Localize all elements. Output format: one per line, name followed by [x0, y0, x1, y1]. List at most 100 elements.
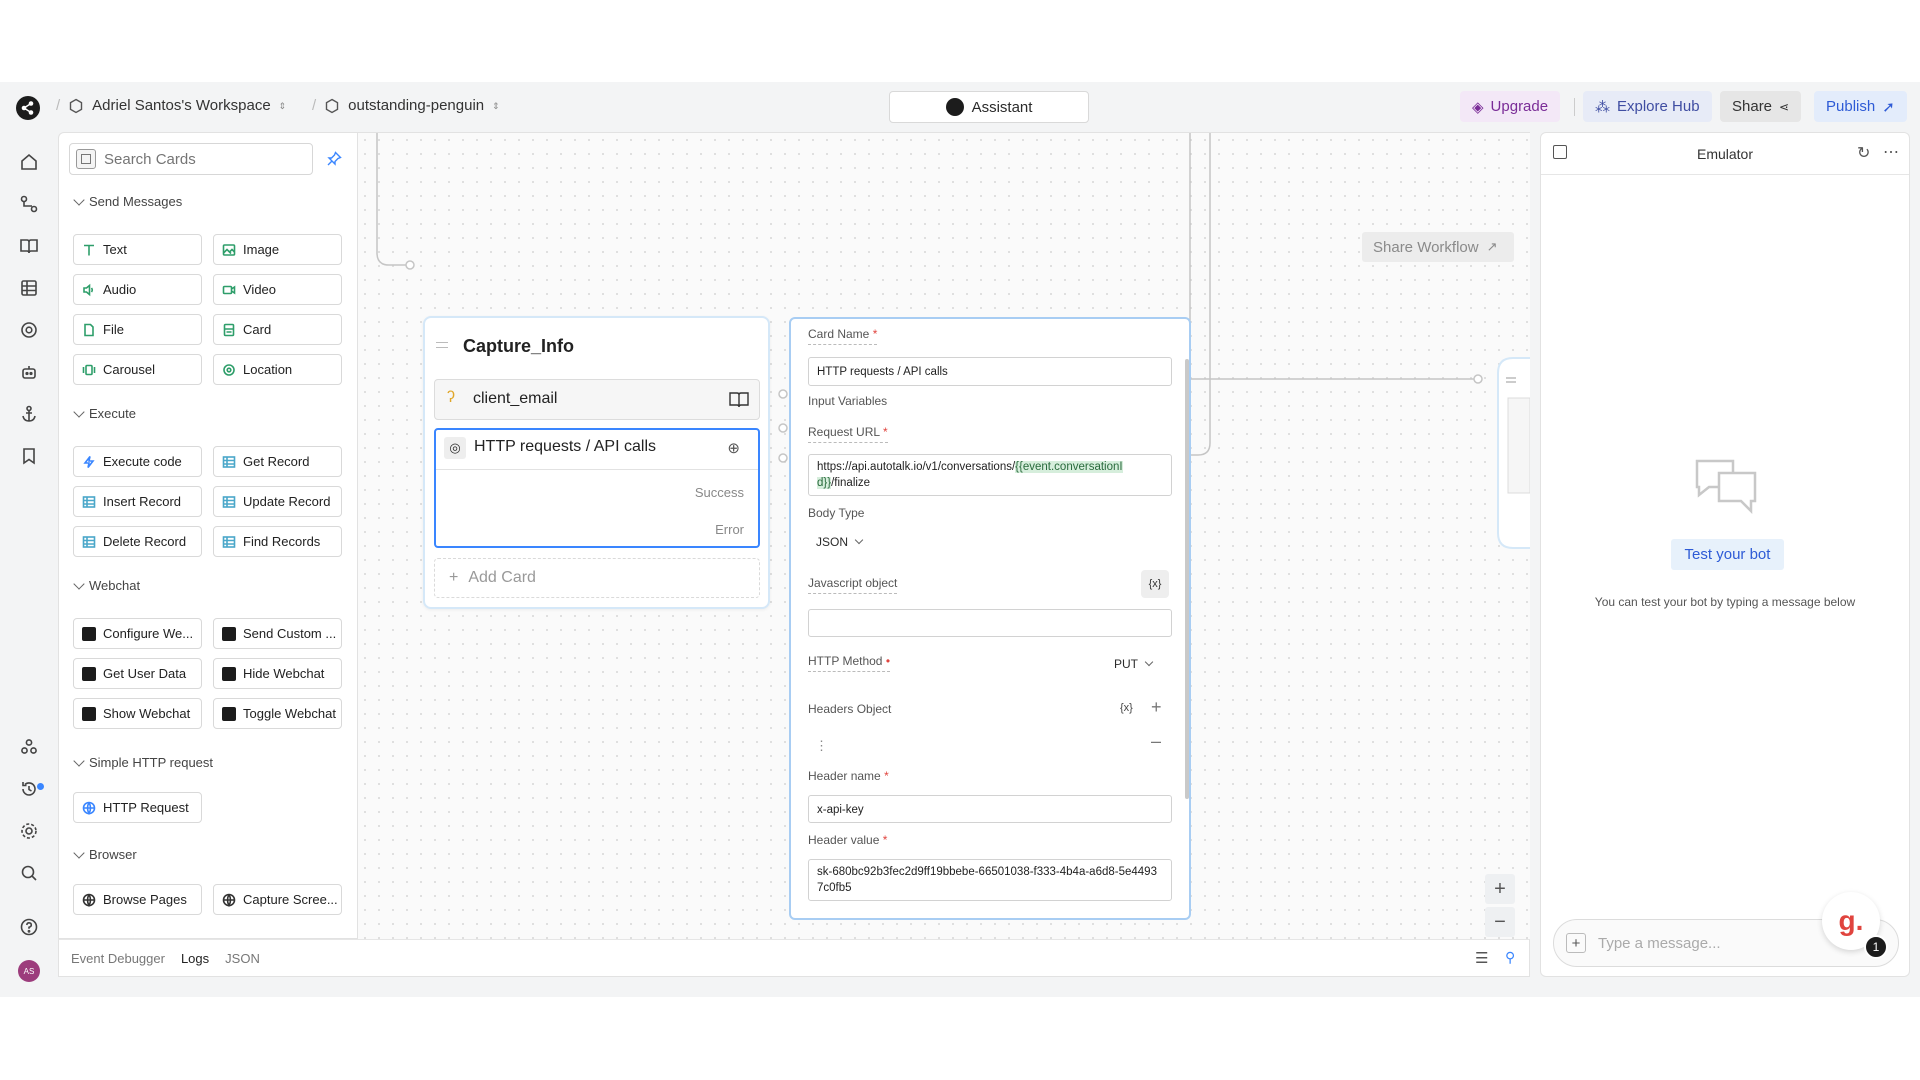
section-simple-http[interactable]: Simple HTTP request — [73, 754, 213, 770]
test-your-bot-button[interactable]: Test your bot — [1671, 539, 1784, 570]
section-execute[interactable]: Execute — [73, 405, 136, 421]
tab-event-debugger[interactable]: Event Debugger — [71, 951, 165, 966]
card-get-user-data[interactable]: Get User Data — [73, 658, 202, 689]
image-icon — [222, 243, 236, 257]
drag-handle-icon[interactable] — [436, 342, 448, 348]
globe-icon[interactable]: ⊕ — [727, 439, 740, 457]
header-name-input[interactable]: x-api-key — [808, 795, 1172, 823]
refresh-icon[interactable]: ↻ — [1857, 143, 1870, 163]
integrations-icon[interactable] — [19, 320, 39, 340]
add-attachment-icon[interactable]: + — [1566, 933, 1586, 953]
card-insert-record[interactable]: Insert Record — [73, 486, 202, 517]
card-label: Image — [243, 242, 280, 257]
capture-info-node[interactable]: Capture_Info ʔ client_email ◎ HTTP reque… — [423, 316, 770, 609]
history-icon[interactable] — [19, 779, 39, 799]
section-send-messages[interactable]: Send Messages — [73, 193, 182, 209]
card-get-record[interactable]: Get Record — [213, 446, 342, 477]
drag-handle-icon[interactable]: ⋮ — [815, 738, 828, 754]
variable-icon[interactable]: {x} — [1120, 702, 1133, 714]
zoom-out-button[interactable]: − — [1485, 907, 1515, 937]
body-type-select[interactable]: JSON — [816, 535, 864, 549]
webchat-icon — [222, 626, 236, 641]
card-find-records[interactable]: Find Records — [213, 526, 342, 557]
share-workflow-label: Share Workflow — [1373, 238, 1479, 256]
card-image[interactable]: Image — [213, 234, 342, 265]
home-icon[interactable] — [19, 152, 39, 172]
assistant-button[interactable]: Assistant — [889, 91, 1089, 123]
card-video[interactable]: Video — [213, 274, 342, 305]
add-card-button[interactable]: + Add Card — [434, 558, 760, 598]
card-show-webchat[interactable]: Show Webchat — [73, 698, 202, 729]
chevron-down-icon — [854, 535, 864, 545]
variable-button[interactable]: {x} — [1141, 570, 1169, 598]
workspace-breadcrumb[interactable]: / Adriel Santos's Workspace ⇕ — [56, 97, 286, 114]
card-name-input[interactable]: HTTP requests / API calls — [808, 357, 1172, 386]
share-button[interactable]: Share ⋖ — [1720, 91, 1802, 122]
more-icon[interactable]: ⋯ — [1883, 142, 1899, 162]
webchat-icon — [222, 666, 236, 681]
card-hide-webchat[interactable]: Hide Webchat — [213, 658, 342, 689]
publish-button[interactable]: Publish ➚ — [1814, 91, 1907, 122]
remove-header-icon[interactable]: – — [1151, 731, 1161, 752]
book-icon[interactable] — [729, 391, 749, 409]
card-location[interactable]: Location — [213, 354, 342, 385]
section-browser[interactable]: Browser — [73, 846, 137, 862]
chevron-down-icon — [73, 754, 85, 767]
search-box[interactable] — [69, 143, 313, 175]
scrollbar[interactable] — [1185, 359, 1189, 799]
request-url-input[interactable]: https://api.autotalk.io/v1/conversations… — [808, 454, 1172, 496]
header-value-input[interactable]: sk-680bc92b3fec2d9ff19bbebe-66501038-f33… — [808, 859, 1172, 901]
video-icon — [222, 283, 236, 297]
card-text[interactable]: Text — [73, 234, 202, 265]
share-workflow-button[interactable]: Share Workflow ↗ — [1362, 232, 1514, 262]
card-configure-webchat[interactable]: Configure We... — [73, 618, 202, 649]
project-breadcrumb[interactable]: / outstanding-penguin ⇕ — [312, 97, 500, 114]
bookmark-icon[interactable] — [19, 446, 39, 466]
section-label: Execute — [89, 406, 136, 421]
card-delete-record[interactable]: Delete Record — [73, 526, 202, 557]
success-output: Success — [694, 485, 744, 500]
card-send-custom[interactable]: Send Custom ... — [213, 618, 342, 649]
section-webchat[interactable]: Webchat — [73, 577, 140, 593]
tab-json[interactable]: JSON — [225, 951, 260, 966]
card-audio[interactable]: Audio — [73, 274, 202, 305]
card-http-requests[interactable]: ◎ HTTP requests / API calls ⊕ Success Er… — [434, 428, 760, 548]
pin-icon[interactable]: ⚲ — [1505, 949, 1515, 966]
javascript-object-input[interactable] — [808, 609, 1172, 637]
card-browse-pages[interactable]: Browse Pages — [73, 884, 202, 915]
carousel-icon — [82, 363, 96, 377]
table-icon[interactable] — [19, 278, 39, 298]
card-carousel[interactable]: Carousel — [73, 354, 202, 385]
search-input[interactable] — [104, 150, 294, 168]
card-icon — [222, 323, 236, 337]
pin-icon[interactable] — [326, 151, 342, 167]
http-method-select[interactable]: PUT — [1114, 657, 1154, 671]
card-capture-screenshot[interactable]: Capture Scree... — [213, 884, 342, 915]
search-icon[interactable] — [19, 863, 39, 883]
clear-logs-icon[interactable]: ☰ — [1475, 949, 1488, 967]
card-card[interactable]: Card — [213, 314, 342, 345]
flow-icon[interactable] — [19, 194, 39, 214]
hub-icon[interactable] — [19, 737, 39, 757]
error-output: Error — [715, 522, 744, 537]
tab-logs[interactable]: Logs — [181, 951, 209, 966]
upgrade-button[interactable]: ◈ Upgrade — [1460, 91, 1561, 122]
external-link-icon: ↗ — [1486, 239, 1498, 254]
card-http-request[interactable]: HTTP Request — [73, 792, 202, 823]
card-execute-code[interactable]: Execute code — [73, 446, 202, 477]
explore-hub-button[interactable]: ⁂ Explore Hub — [1583, 91, 1712, 122]
card-update-record[interactable]: Update Record — [213, 486, 342, 517]
bot-icon[interactable] — [19, 362, 39, 382]
help-icon[interactable] — [19, 917, 39, 937]
settings-icon[interactable] — [19, 821, 39, 841]
card-toggle-webchat[interactable]: Toggle Webchat — [213, 698, 342, 729]
app-logo-icon[interactable] — [16, 96, 40, 120]
zoom-in-button[interactable]: + — [1485, 874, 1515, 904]
card-client-email[interactable]: ʔ client_email — [434, 379, 760, 420]
add-header-icon[interactable]: + — [1151, 697, 1162, 718]
card-label: client_email — [473, 390, 558, 407]
anchor-icon[interactable] — [19, 404, 39, 424]
card-file[interactable]: File — [73, 314, 202, 345]
book-icon[interactable] — [19, 236, 39, 256]
avatar[interactable]: AS — [18, 960, 40, 982]
